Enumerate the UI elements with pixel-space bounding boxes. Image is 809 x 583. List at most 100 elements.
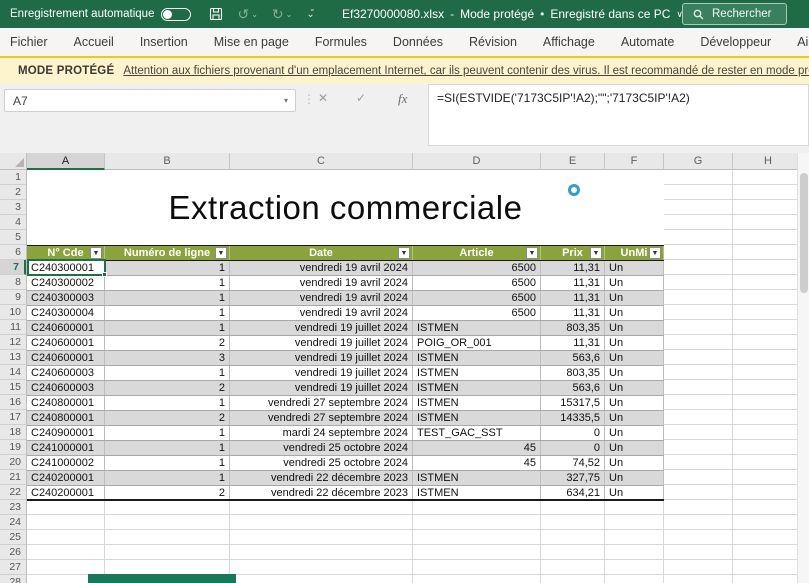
row-header-20[interactable]: 20 — [0, 455, 26, 470]
table-cell[interactable]: 1 — [105, 291, 230, 305]
search-box[interactable]: Rechercher — [682, 3, 787, 25]
document-title[interactable]: Ef3270000080.xlsx - Mode protégé • Enreg… — [342, 0, 683, 28]
table-cell[interactable]: C240600003 — [27, 366, 105, 380]
row-header-14[interactable]: 14 — [0, 365, 26, 380]
tab-affichage[interactable]: Affichage — [530, 28, 608, 56]
table-cell[interactable]: 327,75 — [541, 471, 605, 485]
table-cell[interactable]: 6500 — [413, 261, 541, 275]
table-cell[interactable]: vendredi 19 avril 2024 — [230, 291, 413, 305]
table-cell[interactable]: 6500 — [413, 306, 541, 320]
table-cell[interactable]: 14335,5 — [541, 411, 605, 425]
row-header-7[interactable]: 7 — [0, 260, 26, 275]
table-cell[interactable]: 0 — [541, 441, 605, 455]
table-cell[interactable]: Un — [605, 261, 664, 275]
table-cell[interactable]: ISTMEN — [413, 351, 541, 365]
tab-formules[interactable]: Formules — [302, 28, 380, 56]
table-cell[interactable]: vendredi 19 juillet 2024 — [230, 336, 413, 350]
vertical-scrollbar[interactable] — [797, 153, 809, 583]
table-cell[interactable]: vendredi 22 décembre 2023 — [230, 486, 413, 499]
table-cell[interactable]: C240900001 — [27, 426, 105, 440]
table-cell[interactable]: ISTMEN — [413, 411, 541, 425]
row-header-28[interactable]: 28 — [0, 575, 26, 583]
row-header-1[interactable]: 1 — [0, 170, 26, 185]
select-all-button[interactable] — [0, 153, 27, 170]
table-cell[interactable]: Un — [605, 306, 664, 320]
row-header-26[interactable]: 26 — [0, 545, 26, 560]
table-cell[interactable]: 45 — [413, 441, 541, 455]
tab-accueil[interactable]: Accueil — [61, 28, 127, 56]
tab-aide[interactable]: Aide — [784, 28, 809, 56]
table-cell[interactable]: Un — [605, 276, 664, 290]
table-cell[interactable]: vendredi 19 avril 2024 — [230, 276, 413, 290]
table-cell[interactable]: 74,52 — [541, 456, 605, 470]
table-cell[interactable]: 1 — [105, 261, 230, 275]
table-cell[interactable]: Un — [605, 381, 664, 395]
tab-insertion[interactable]: Insertion — [127, 28, 201, 56]
filter-dropdown-icon[interactable]: ▼ — [649, 247, 661, 259]
table-cell[interactable]: C240600001 — [27, 336, 105, 350]
table-cell[interactable]: TEST_GAC_SST — [413, 426, 541, 440]
table-cell[interactable]: mardi 24 septembre 2024 — [230, 426, 413, 440]
filter-dropdown-icon[interactable]: ▼ — [398, 247, 410, 259]
table-header-n-cde[interactable]: N° Cde▼ — [27, 246, 105, 260]
table-cell[interactable]: ISTMEN — [413, 486, 541, 499]
table-cell[interactable]: vendredi 19 juillet 2024 — [230, 381, 413, 395]
table-cell[interactable]: C240600003 — [27, 381, 105, 395]
table-cell[interactable]: C240600001 — [27, 351, 105, 365]
filter-dropdown-icon[interactable]: ▼ — [90, 247, 102, 259]
insert-function-icon[interactable]: fx — [398, 91, 407, 107]
table-cell[interactable]: 11,31 — [541, 306, 605, 320]
table-cell[interactable]: Un — [605, 456, 664, 470]
row-header-27[interactable]: 27 — [0, 560, 26, 575]
table-cell[interactable]: vendredi 19 juillet 2024 — [230, 366, 413, 380]
tab-mise-en-page[interactable]: Mise en page — [201, 28, 302, 56]
table-cell[interactable]: 11,31 — [541, 276, 605, 290]
table-cell[interactable]: 3 — [105, 351, 230, 365]
row-header-21[interactable]: 21 — [0, 470, 26, 485]
table-cell[interactable]: Un — [605, 291, 664, 305]
table-cell[interactable]: 803,35 — [541, 321, 605, 335]
table-cell[interactable]: POIG_OR_001 — [413, 336, 541, 350]
filter-dropdown-icon[interactable]: ▼ — [215, 247, 227, 259]
table-cell[interactable]: vendredi 19 juillet 2024 — [230, 321, 413, 335]
table-cell[interactable]: 11,31 — [541, 336, 605, 350]
table-cell[interactable]: 563,6 — [541, 381, 605, 395]
table-cell[interactable]: C240800001 — [27, 396, 105, 410]
table-cell[interactable]: C240800001 — [27, 411, 105, 425]
name-box[interactable]: A7 ▾ — [4, 89, 296, 112]
column-header-h[interactable]: H — [733, 153, 804, 170]
row-header-2[interactable]: 2 — [0, 185, 26, 200]
table-cell[interactable]: 1 — [105, 306, 230, 320]
table-cell[interactable]: Un — [605, 366, 664, 380]
filter-dropdown-icon[interactable]: ▼ — [590, 247, 602, 259]
table-cell[interactable]: C240200001 — [27, 486, 105, 499]
table-cell[interactable]: 6500 — [413, 291, 541, 305]
column-header-e[interactable]: E — [541, 153, 605, 170]
table-cell[interactable]: C241000001 — [27, 441, 105, 455]
table-cell[interactable]: 563,6 — [541, 351, 605, 365]
table-cell[interactable]: 1 — [105, 366, 230, 380]
table-cell[interactable]: 1 — [105, 426, 230, 440]
tab-d-veloppeur[interactable]: Développeur — [687, 28, 784, 56]
table-cell[interactable]: Un — [605, 486, 664, 499]
table-cell[interactable]: 0 — [541, 426, 605, 440]
table-cell[interactable]: Un — [605, 321, 664, 335]
column-header-g[interactable]: G — [664, 153, 733, 170]
table-cell[interactable]: 2 — [105, 411, 230, 425]
row-header-19[interactable]: 19 — [0, 440, 26, 455]
row-header-18[interactable]: 18 — [0, 425, 26, 440]
table-cell[interactable]: ISTMEN — [413, 471, 541, 485]
table-cell[interactable]: Un — [605, 471, 664, 485]
row-header-4[interactable]: 4 — [0, 215, 26, 230]
table-cell[interactable]: vendredi 25 octobre 2024 — [230, 441, 413, 455]
table-cell[interactable]: 6500 — [413, 276, 541, 290]
table-cell[interactable]: C240300002 — [27, 276, 105, 290]
row-header-12[interactable]: 12 — [0, 335, 26, 350]
row-header-22[interactable]: 22 — [0, 485, 26, 500]
table-header-date[interactable]: Date▼ — [230, 246, 413, 260]
table-cell[interactable]: 1 — [105, 441, 230, 455]
table-cell[interactable]: vendredi 27 septembre 2024 — [230, 396, 413, 410]
scrollbar-thumb[interactable] — [800, 173, 808, 293]
table-cell[interactable]: vendredi 19 juillet 2024 — [230, 351, 413, 365]
row-header-5[interactable]: 5 — [0, 230, 26, 245]
